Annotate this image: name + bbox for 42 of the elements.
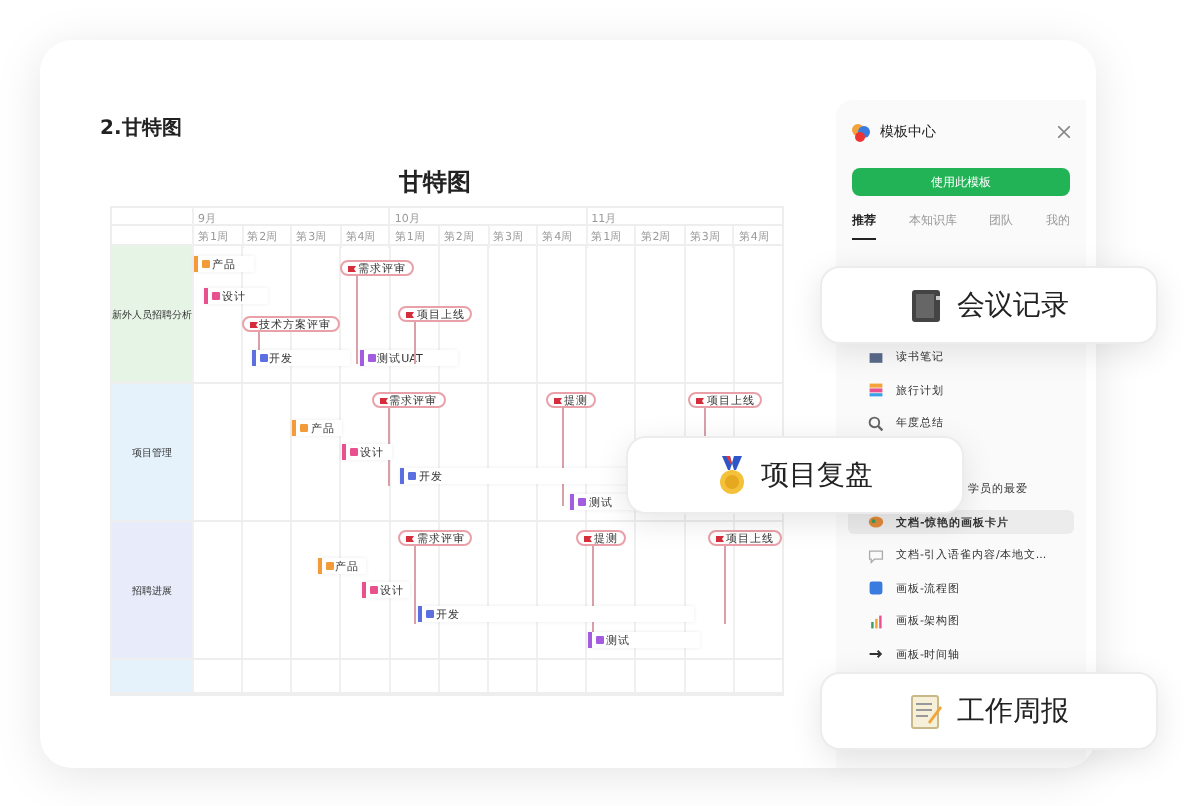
template-card[interactable]: 会议记录	[820, 266, 1158, 344]
flag-icon	[379, 397, 388, 403]
task-icon	[426, 610, 435, 618]
section-title: 2.甘特图	[100, 115, 184, 142]
template-card[interactable]: 项目复盘	[626, 436, 964, 514]
chart-title: 甘特图	[397, 166, 473, 200]
logo-icon	[852, 123, 870, 141]
template-icon	[868, 415, 884, 432]
template-icon	[868, 646, 884, 663]
task-icon	[349, 448, 358, 456]
flag-icon	[406, 311, 415, 317]
task-icon	[212, 292, 221, 300]
task-icon	[595, 636, 604, 644]
template-card[interactable]: 工作周报	[820, 672, 1158, 750]
task-icon	[578, 498, 587, 506]
template-icon	[868, 382, 884, 399]
milestone-line	[414, 320, 417, 364]
close-icon	[1058, 125, 1070, 137]
milestone-line	[355, 274, 358, 364]
task-icon	[408, 472, 417, 480]
task-icon	[300, 424, 309, 432]
flag-icon	[696, 397, 705, 403]
milestone-line	[414, 544, 417, 624]
flag-icon	[716, 535, 725, 541]
task-icon	[367, 354, 376, 362]
flag-icon	[406, 535, 415, 541]
medal-icon	[717, 455, 745, 495]
task-icon	[202, 260, 211, 268]
flag-icon	[249, 321, 258, 327]
close-button[interactable]	[1058, 123, 1070, 141]
template-icon	[868, 349, 884, 366]
task-icon	[369, 586, 378, 594]
template-icon	[868, 613, 884, 630]
template-icon	[868, 514, 884, 531]
notebook-icon	[909, 287, 941, 323]
task-icon	[259, 354, 267, 362]
milestone-line	[724, 544, 727, 624]
memo-icon	[909, 693, 941, 729]
flag-icon	[583, 535, 592, 541]
task-icon	[325, 562, 334, 570]
flag-icon	[347, 265, 356, 271]
flag-icon	[554, 397, 562, 403]
